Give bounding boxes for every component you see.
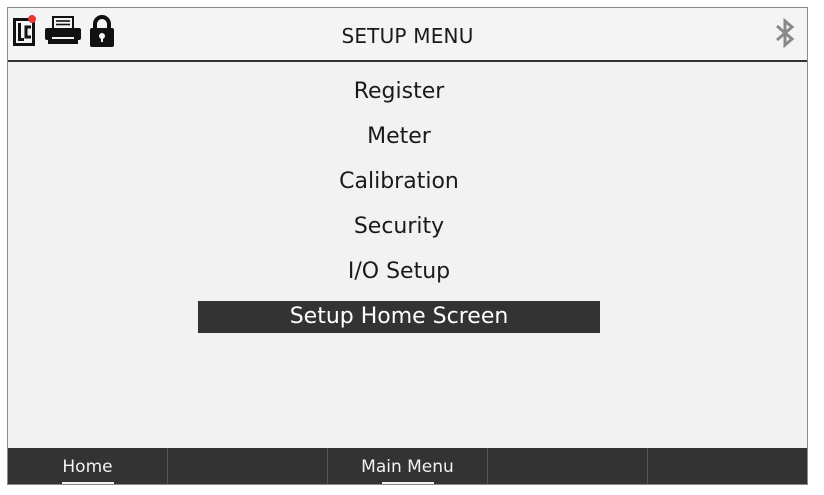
softkey-4[interactable] (488, 448, 648, 484)
softkey-2[interactable] (168, 448, 328, 484)
menu-item-calibration[interactable]: Calibration (198, 166, 600, 198)
softkey-main-menu[interactable]: Main Menu (328, 448, 488, 484)
softkey-bar: Home Main Menu (8, 448, 807, 484)
device-screen: SETUP MENU Register Meter Calibration Se… (7, 7, 808, 485)
softkey-5[interactable] (648, 448, 807, 484)
softkey-main-menu-label: Main Menu (361, 457, 454, 477)
softkey-main-menu-underline (382, 482, 434, 484)
bluetooth-icon[interactable] (771, 16, 799, 54)
softkey-home-underline (62, 482, 114, 484)
menu-item-io-setup[interactable]: I/O Setup (198, 256, 600, 288)
header-bar: SETUP MENU (8, 8, 807, 62)
page-title: SETUP MENU (341, 24, 474, 48)
softkey-home[interactable]: Home (8, 448, 168, 484)
menu-item-setup-home-screen[interactable]: Setup Home Screen (198, 301, 600, 333)
menu-item-register[interactable]: Register (198, 76, 600, 108)
menu-item-security[interactable]: Security (198, 211, 600, 243)
softkey-home-label: Home (62, 457, 113, 477)
menu-item-meter[interactable]: Meter (198, 121, 600, 153)
